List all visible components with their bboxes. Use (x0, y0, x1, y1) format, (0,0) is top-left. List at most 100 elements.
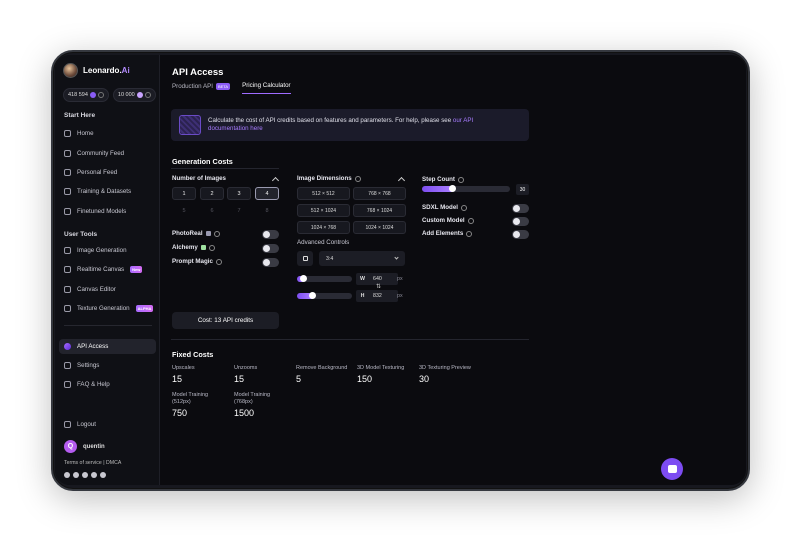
section-rule (171, 339, 529, 340)
lock-icon (302, 256, 308, 261)
community-icon (64, 150, 71, 157)
dmca-link[interactable]: DMCA (106, 460, 121, 466)
fast-balance[interactable]: 10 000 (112, 88, 156, 102)
dimension-option[interactable]: 512 × 512 (297, 187, 350, 200)
user-profile[interactable]: Qquentin (64, 440, 105, 453)
alpha-badge: ALPHA (135, 305, 154, 312)
height-slider[interactable] (297, 293, 352, 299)
help-icon[interactable] (460, 204, 467, 211)
tab-production-api[interactable]: Production API BETA (172, 82, 231, 94)
nav-settings[interactable]: Settings (59, 358, 156, 373)
step-count-slider[interactable] (422, 186, 510, 192)
aspect-lock-button[interactable] (297, 251, 313, 266)
help-icon[interactable] (213, 230, 220, 237)
help-icon[interactable] (467, 217, 474, 224)
api-icon (64, 343, 71, 350)
nav-texture-generation[interactable]: Texture Generation ALPHA (59, 301, 156, 316)
collapse-icon[interactable] (271, 176, 280, 185)
section-rule (171, 168, 279, 169)
beta-badge: BETA (215, 82, 231, 90)
num-images-option[interactable]: 5 (172, 204, 196, 217)
fixed-cost-label: Remove Background (296, 365, 348, 371)
custom-model-toggle[interactable] (512, 217, 529, 226)
nav-realtime-canvas[interactable]: Realtime Canvas New (59, 262, 156, 277)
fixed-cost-label: Model Training (512px) (172, 392, 209, 405)
alchemy-toggle[interactable] (262, 244, 279, 253)
chevron-down-icon (394, 255, 399, 260)
help-icon[interactable] (208, 244, 215, 251)
brand[interactable]: Leonardo.Ai (63, 63, 130, 78)
dimension-option[interactable]: 1024 × 1024 (353, 221, 406, 234)
nav-faq-help[interactable]: FAQ & Help (59, 377, 156, 392)
collapse-icon[interactable] (397, 176, 406, 185)
start-here-title: Start Here (64, 112, 96, 119)
logout-button[interactable]: Logout (59, 417, 156, 432)
reddit-icon[interactable] (73, 472, 79, 478)
sdxl-row: SDXL Model (422, 204, 467, 211)
token-balance[interactable]: 418 594 (63, 88, 109, 102)
help-icon[interactable] (354, 175, 361, 182)
nav-image-generation[interactable]: Image Generation (59, 243, 156, 258)
logout-icon (64, 421, 71, 428)
help-icon[interactable] (215, 258, 222, 265)
x-icon[interactable] (82, 472, 88, 478)
social-links (64, 472, 106, 478)
num-images-option[interactable]: 8 (255, 204, 279, 217)
nav-finetuned-models[interactable]: Finetuned Models (59, 204, 156, 219)
facebook-icon[interactable] (91, 472, 97, 478)
fixed-cost-label: 3D Model Texturing (357, 365, 405, 371)
sidebar: Leonardo.Ai 418 594 10 000 Start Here Ho… (55, 55, 160, 485)
swap-dimensions-icon[interactable]: ⇅ (376, 283, 381, 290)
nav-home[interactable]: Home (59, 126, 156, 141)
add-elements-toggle[interactable] (512, 230, 529, 239)
nav-community-feed[interactable]: Community Feed (59, 146, 156, 161)
gear-icon (64, 362, 71, 369)
step-slider-fill (422, 186, 452, 192)
num-images-option[interactable]: 3 (227, 187, 251, 200)
apple-icon[interactable] (100, 472, 106, 478)
canvas-icon (64, 286, 71, 293)
nav-api-access[interactable]: API Access (59, 339, 156, 354)
num-images-option[interactable]: 7 (227, 204, 251, 217)
dimension-option[interactable]: 768 × 768 (353, 187, 406, 200)
chat-icon (667, 465, 677, 473)
prompt-magic-toggle[interactable] (262, 258, 279, 267)
nav-canvas-editor[interactable]: Canvas Editor (59, 282, 156, 297)
app-screen: Leonardo.Ai 418 594 10 000 Start Here Ho… (55, 55, 746, 485)
add-elements-row: Add Elements (422, 230, 473, 237)
step-count-value[interactable]: 30 (516, 184, 529, 195)
fixed-cost-value: 15 (234, 374, 245, 384)
fixed-cost-value: 5 (296, 374, 302, 384)
home-icon (64, 130, 71, 137)
fixed-cost-label: Upscales (172, 365, 195, 371)
nav-personal-feed[interactable]: Personal Feed (59, 165, 156, 180)
chat-support-button[interactable] (661, 458, 683, 480)
help-icon[interactable] (458, 176, 464, 183)
generation-costs-title: Generation Costs (172, 157, 233, 166)
new-badge: New (130, 266, 143, 273)
brush-icon (64, 266, 71, 273)
dimension-option[interactable]: 512 × 1024 (297, 204, 350, 217)
num-images-option[interactable]: 2 (200, 187, 224, 200)
num-images-option[interactable]: 6 (200, 204, 224, 217)
aspect-ratio-select[interactable]: 3:4 (319, 251, 405, 266)
dimension-option[interactable]: 1024 × 768 (297, 221, 350, 234)
discord-icon[interactable] (64, 472, 70, 478)
photoreal-toggle[interactable] (262, 230, 279, 239)
num-images-option[interactable]: 1 (172, 187, 196, 200)
height-field[interactable]: H 832 px (358, 290, 403, 301)
token-icon (89, 92, 96, 98)
alchemy-icon (200, 245, 206, 250)
sdxl-toggle[interactable] (512, 204, 529, 213)
brand-name: Leonardo.Ai (83, 66, 130, 75)
width-slider-thumb[interactable] (299, 275, 307, 282)
info-icon (144, 92, 151, 98)
terms-link[interactable]: Terms of service (64, 460, 102, 466)
help-icon[interactable] (466, 230, 473, 237)
fixed-cost-value: 1500 (234, 408, 255, 418)
num-images-option-selected[interactable]: 4 (255, 187, 279, 200)
step-slider-thumb[interactable] (448, 185, 456, 192)
nav-training-datasets[interactable]: Training & Datasets (59, 184, 156, 199)
dimension-option[interactable]: 768 × 1024 (353, 204, 406, 217)
tab-pricing-calculator[interactable]: Pricing Calculator (242, 82, 291, 94)
